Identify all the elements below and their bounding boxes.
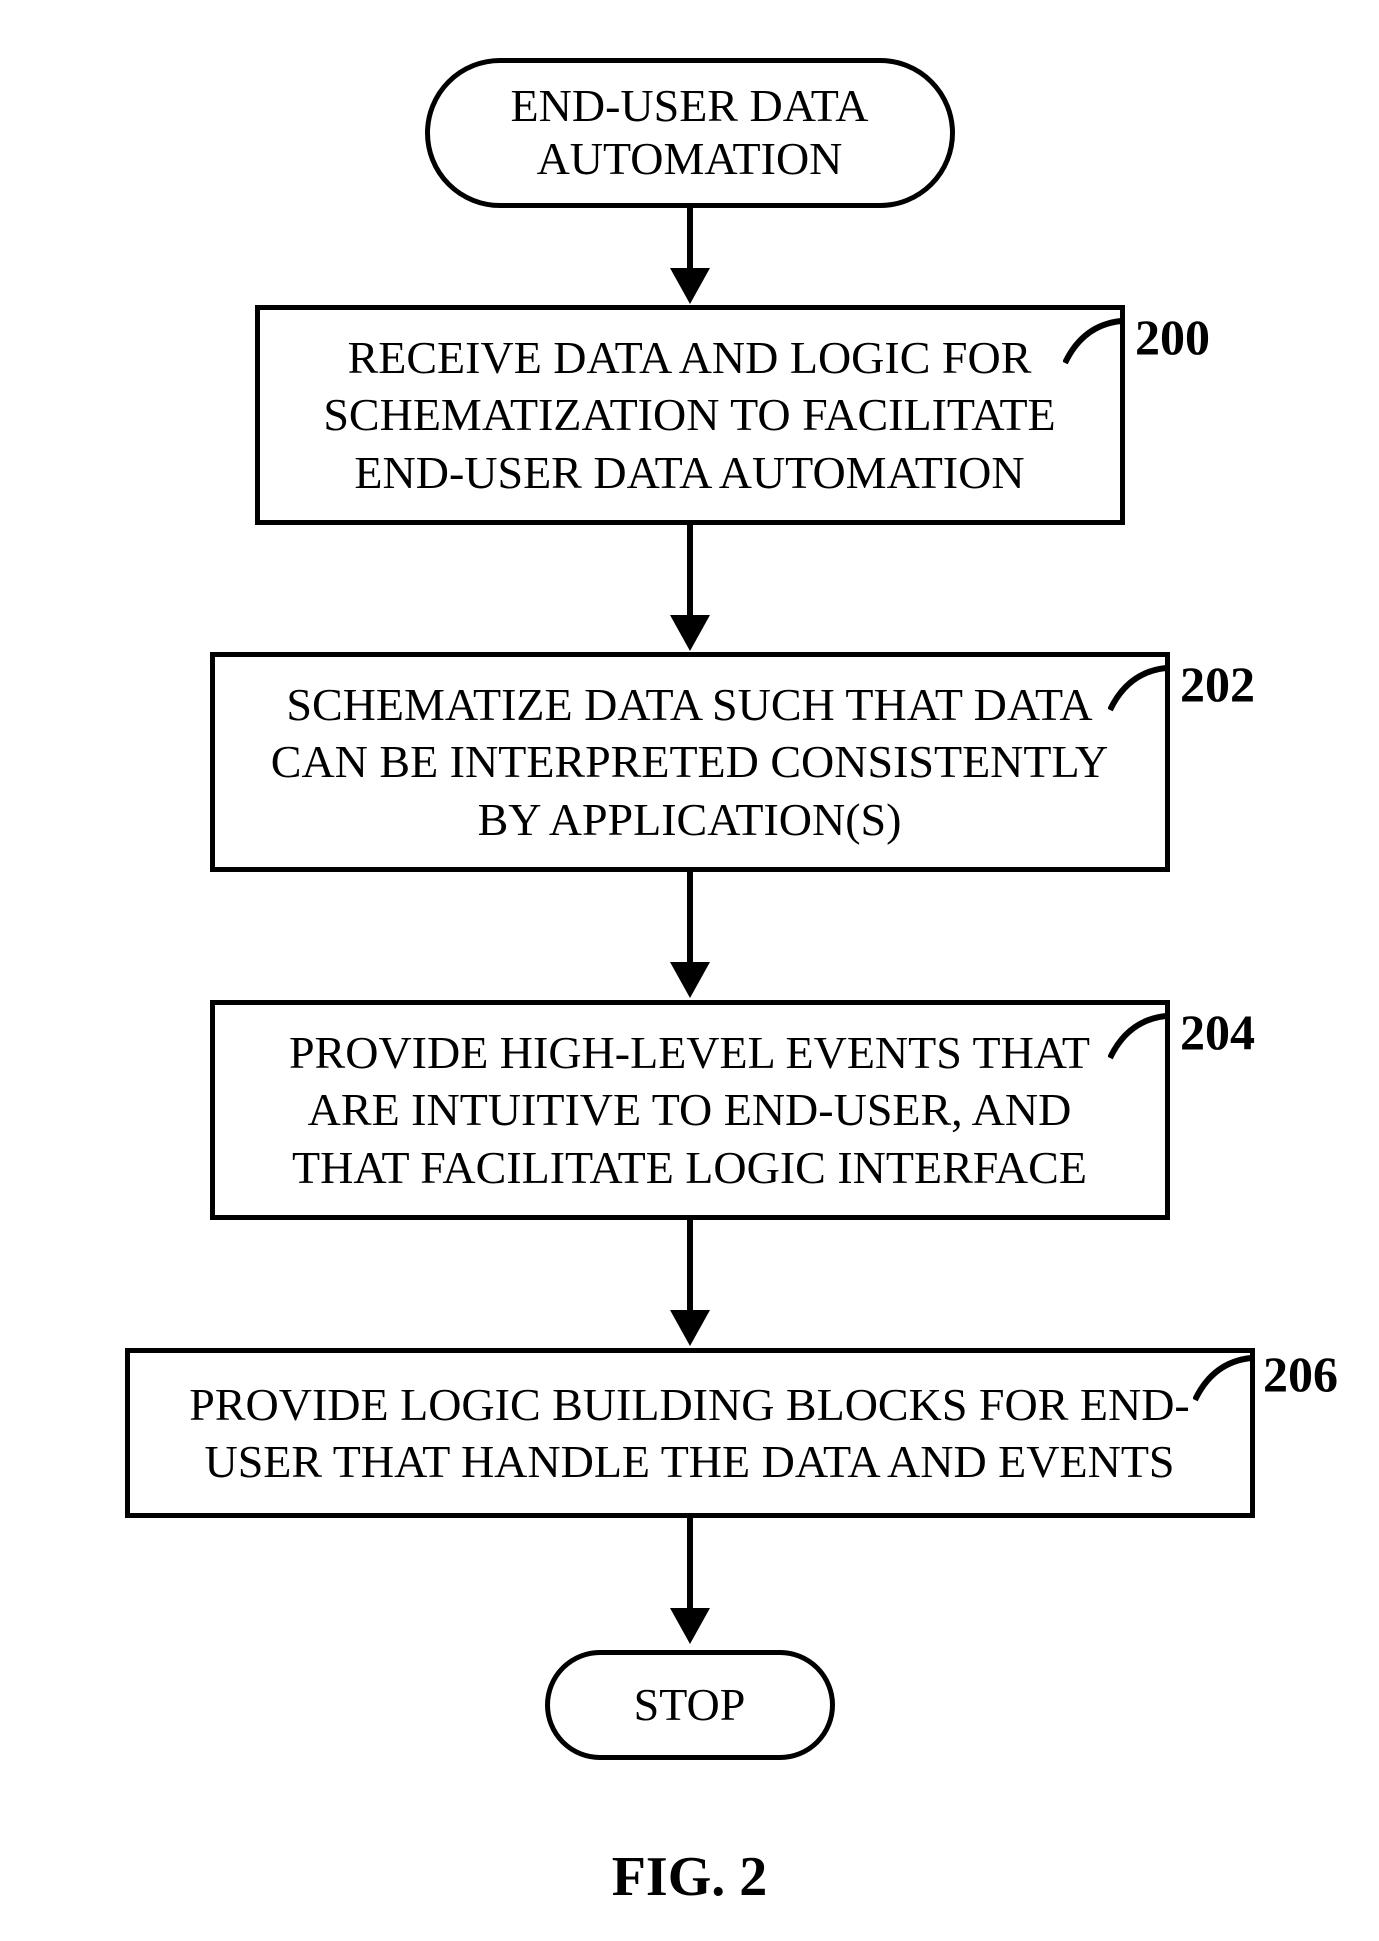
ref-label-2: 204 [1180,1003,1255,1061]
terminator-start-text: END-USER DATA AUTOMATION [511,80,869,186]
leader-3 [1193,1352,1253,1402]
process-step-2: PROVIDE HIGH-LEVEL EVENTS THAT ARE INTUI… [210,1000,1170,1220]
ref-label-0: 200 [1135,308,1210,366]
leader-2 [1108,1010,1168,1060]
terminator-stop-text: STOP [634,1679,746,1732]
process-step-0-text: RECEIVE DATA AND LOGIC FOR SCHEMATIZATIO… [323,329,1055,502]
process-step-0: RECEIVE DATA AND LOGIC FOR SCHEMATIZATIO… [255,305,1125,525]
process-step-1-text: SCHEMATIZE DATA SUCH THAT DATA CAN BE IN… [271,676,1108,849]
process-step-2-text: PROVIDE HIGH-LEVEL EVENTS THAT ARE INTUI… [289,1024,1090,1197]
leader-1 [1108,662,1168,712]
terminator-stop: STOP [545,1650,835,1760]
terminator-start: END-USER DATA AUTOMATION [425,58,955,208]
flowchart-canvas: END-USER DATA AUTOMATION RECEIVE DATA AN… [0,0,1379,1941]
process-step-3: PROVIDE LOGIC BUILDING BLOCKS FOR END- U… [125,1348,1255,1518]
figure-caption: FIG. 2 [612,1845,768,1909]
leader-0 [1063,315,1123,365]
process-step-3-text: PROVIDE LOGIC BUILDING BLOCKS FOR END- U… [189,1376,1190,1491]
ref-label-3: 206 [1263,1345,1338,1403]
ref-label-1: 202 [1180,655,1255,713]
process-step-1: SCHEMATIZE DATA SUCH THAT DATA CAN BE IN… [210,652,1170,872]
